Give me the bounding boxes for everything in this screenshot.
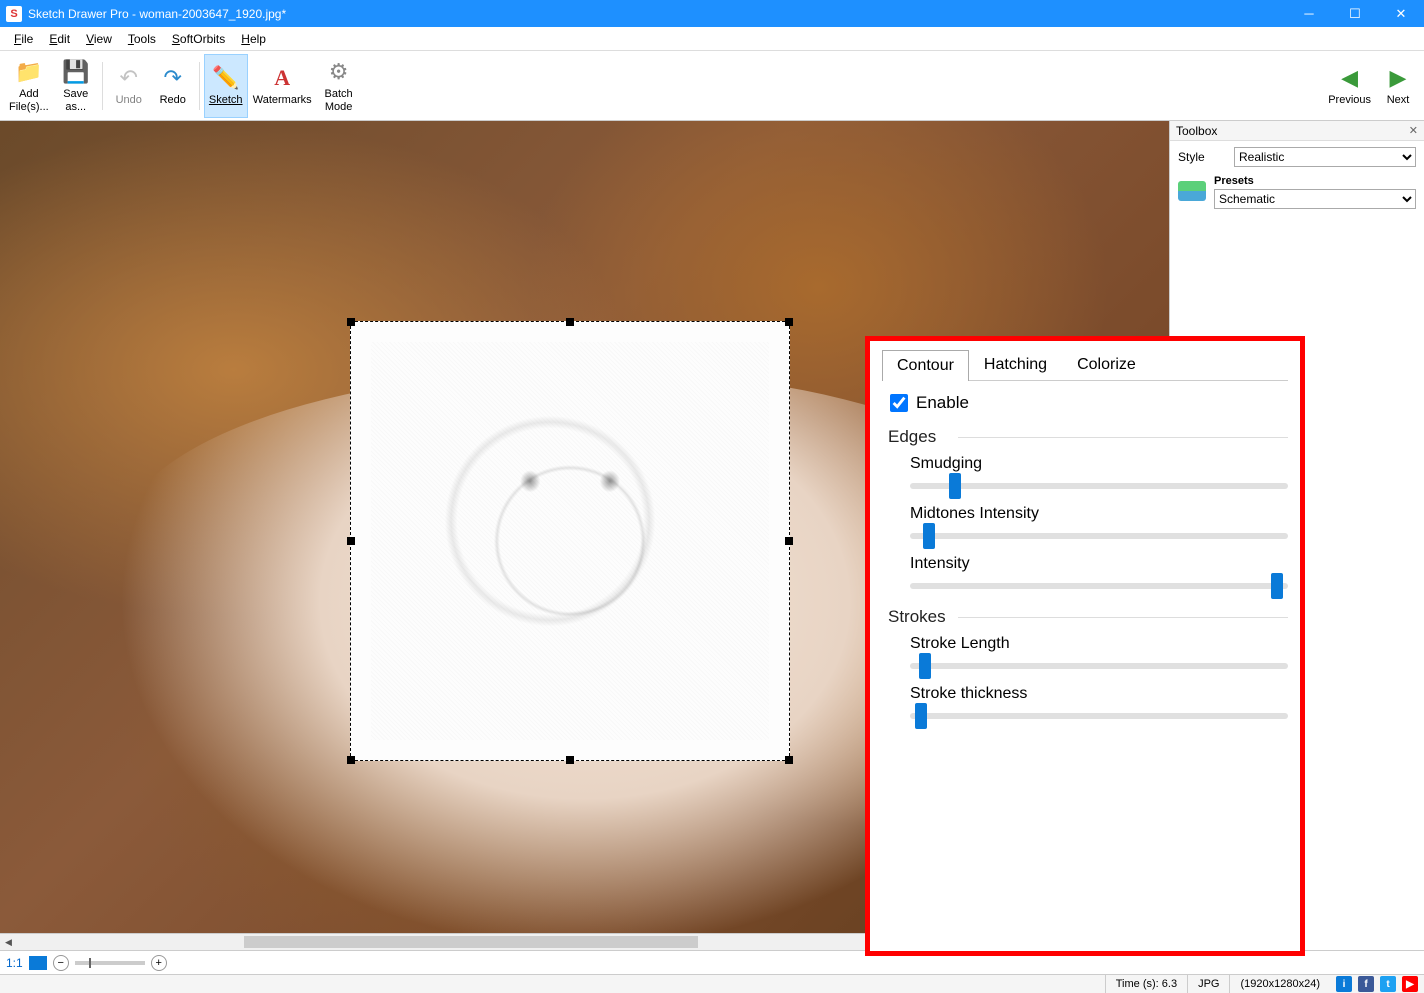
menu-softorbits[interactable]: SoftOrbits — [164, 29, 233, 49]
strokes-group: Strokes Stroke Length Stroke thickness — [882, 607, 1288, 719]
panel-tabs: Contour Hatching Colorize — [882, 349, 1288, 381]
zoom-slider[interactable] — [75, 961, 145, 965]
status-empty — [0, 975, 1105, 993]
zoom-in-button[interactable]: + — [151, 955, 167, 971]
selection-box[interactable] — [350, 321, 790, 761]
style-label: Style — [1178, 150, 1228, 164]
handle-middle-right[interactable] — [785, 537, 793, 545]
watermarks-button[interactable]: A Watermarks — [248, 54, 317, 118]
status-format: JPG — [1187, 975, 1229, 993]
twitter-icon[interactable]: t — [1380, 976, 1396, 992]
toolbox-title: Toolbox — [1176, 124, 1217, 138]
status-bar: Time (s): 6.3 JPG (1920x1280x24) i f t ▶ — [0, 974, 1424, 993]
presets-icon — [1178, 181, 1206, 201]
zoom-tick — [89, 958, 91, 968]
folder-icon: 📁 — [15, 58, 42, 86]
tab-hatching[interactable]: Hatching — [969, 349, 1062, 380]
intensity-label: Intensity — [910, 555, 1288, 573]
facebook-icon[interactable]: f — [1358, 976, 1374, 992]
undo-button[interactable]: ↶ Undo — [107, 54, 151, 118]
add-files-button[interactable]: 📁 AddFile(s)... — [4, 54, 54, 118]
handle-top-middle[interactable] — [566, 318, 574, 326]
status-time: Time (s): 6.3 — [1105, 975, 1187, 993]
enable-checkbox[interactable] — [890, 394, 908, 412]
zoom-fit-icon[interactable] — [29, 956, 47, 970]
style-select[interactable]: Realistic — [1234, 147, 1416, 167]
intensity-thumb[interactable] — [1271, 573, 1283, 599]
arrow-right-icon: ▶ — [1390, 64, 1407, 92]
smudging-thumb[interactable] — [949, 473, 961, 499]
batch-mode-button[interactable]: ⚙ BatchMode — [317, 54, 361, 118]
stroke-thickness-thumb[interactable] — [915, 703, 927, 729]
previous-button[interactable]: ◀ Previous — [1323, 54, 1376, 118]
zoom-out-button[interactable]: − — [53, 955, 69, 971]
sketch-button[interactable]: ✏️ Sketch — [204, 54, 248, 118]
redo-button[interactable]: ↷ Redo — [151, 54, 195, 118]
sketch-icon: ✏️ — [212, 64, 239, 92]
save-as-button[interactable]: 💾 Saveas... — [54, 54, 98, 118]
intensity-slider[interactable] — [910, 583, 1288, 589]
menu-file[interactable]: File — [6, 29, 41, 49]
save-icon: 💾 — [62, 58, 89, 86]
toolbox-close-icon[interactable]: ✕ — [1409, 124, 1418, 137]
handle-top-left[interactable] — [347, 318, 355, 326]
redo-icon: ↷ — [164, 64, 182, 92]
midtones-label: Midtones Intensity — [910, 505, 1288, 523]
contour-panel: Contour Hatching Colorize Enable Edges S… — [865, 336, 1305, 956]
app-icon: S — [6, 6, 22, 22]
smudging-label: Smudging — [910, 455, 1288, 473]
menu-view[interactable]: View — [78, 29, 120, 49]
menu-edit[interactable]: Edit — [41, 29, 78, 49]
edges-group: Edges Smudging Midtones Intensity Intens… — [882, 427, 1288, 589]
stroke-length-label: Stroke Length — [910, 635, 1288, 653]
handle-middle-left[interactable] — [347, 537, 355, 545]
scroll-left-button[interactable]: ◀ — [0, 934, 17, 950]
toolbar: 📁 AddFile(s)... 💾 Saveas... ↶ Undo ↷ Red… — [0, 51, 1424, 121]
zoom-one-to-one[interactable]: 1:1 — [6, 956, 23, 970]
handle-bottom-right[interactable] — [785, 756, 793, 764]
youtube-icon[interactable]: ▶ — [1402, 976, 1418, 992]
presets-label: Presets — [1214, 175, 1254, 187]
status-dimensions: (1920x1280x24) — [1229, 975, 1330, 993]
enable-label: Enable — [916, 393, 969, 413]
strokes-title: Strokes — [888, 607, 1288, 627]
menu-help[interactable]: Help — [233, 29, 274, 49]
toolbar-separator — [102, 62, 103, 110]
scroll-thumb[interactable] — [244, 936, 698, 948]
presets-select[interactable]: Schematic — [1214, 189, 1416, 209]
title-bar: S Sketch Drawer Pro - woman-2003647_1920… — [0, 0, 1424, 27]
next-button[interactable]: ▶ Next — [1376, 54, 1420, 118]
toolbar-separator — [199, 62, 200, 110]
stroke-thickness-slider[interactable] — [910, 713, 1288, 719]
main-area: ◀ ▶ Toolbox ✕ Style Realistic Presets Sc… — [0, 121, 1424, 950]
minimize-button[interactable]: ─ — [1286, 0, 1332, 27]
info-icon[interactable]: i — [1336, 976, 1352, 992]
handle-bottom-left[interactable] — [347, 756, 355, 764]
tab-colorize[interactable]: Colorize — [1062, 349, 1151, 380]
stroke-length-slider[interactable] — [910, 663, 1288, 669]
smudging-slider[interactable] — [910, 483, 1288, 489]
undo-icon: ↶ — [120, 64, 138, 92]
stroke-thickness-label: Stroke thickness — [910, 685, 1288, 703]
stroke-length-thumb[interactable] — [919, 653, 931, 679]
maximize-button[interactable]: ☐ — [1332, 0, 1378, 27]
midtones-slider[interactable] — [910, 533, 1288, 539]
midtones-thumb[interactable] — [923, 523, 935, 549]
watermarks-icon: A — [274, 64, 290, 92]
gear-icon: ⚙ — [329, 58, 349, 86]
arrow-left-icon: ◀ — [1341, 64, 1358, 92]
menu-bar: File Edit View Tools SoftOrbits Help — [0, 27, 1424, 51]
menu-tools[interactable]: Tools — [120, 29, 164, 49]
handle-bottom-middle[interactable] — [566, 756, 574, 764]
handle-top-right[interactable] — [785, 318, 793, 326]
tab-contour[interactable]: Contour — [882, 350, 969, 381]
close-button[interactable]: ✕ — [1378, 0, 1424, 27]
edges-title: Edges — [888, 427, 1288, 447]
toolbox-header: Toolbox ✕ — [1170, 121, 1424, 141]
window-title: Sketch Drawer Pro - woman-2003647_1920.j… — [28, 7, 1286, 21]
